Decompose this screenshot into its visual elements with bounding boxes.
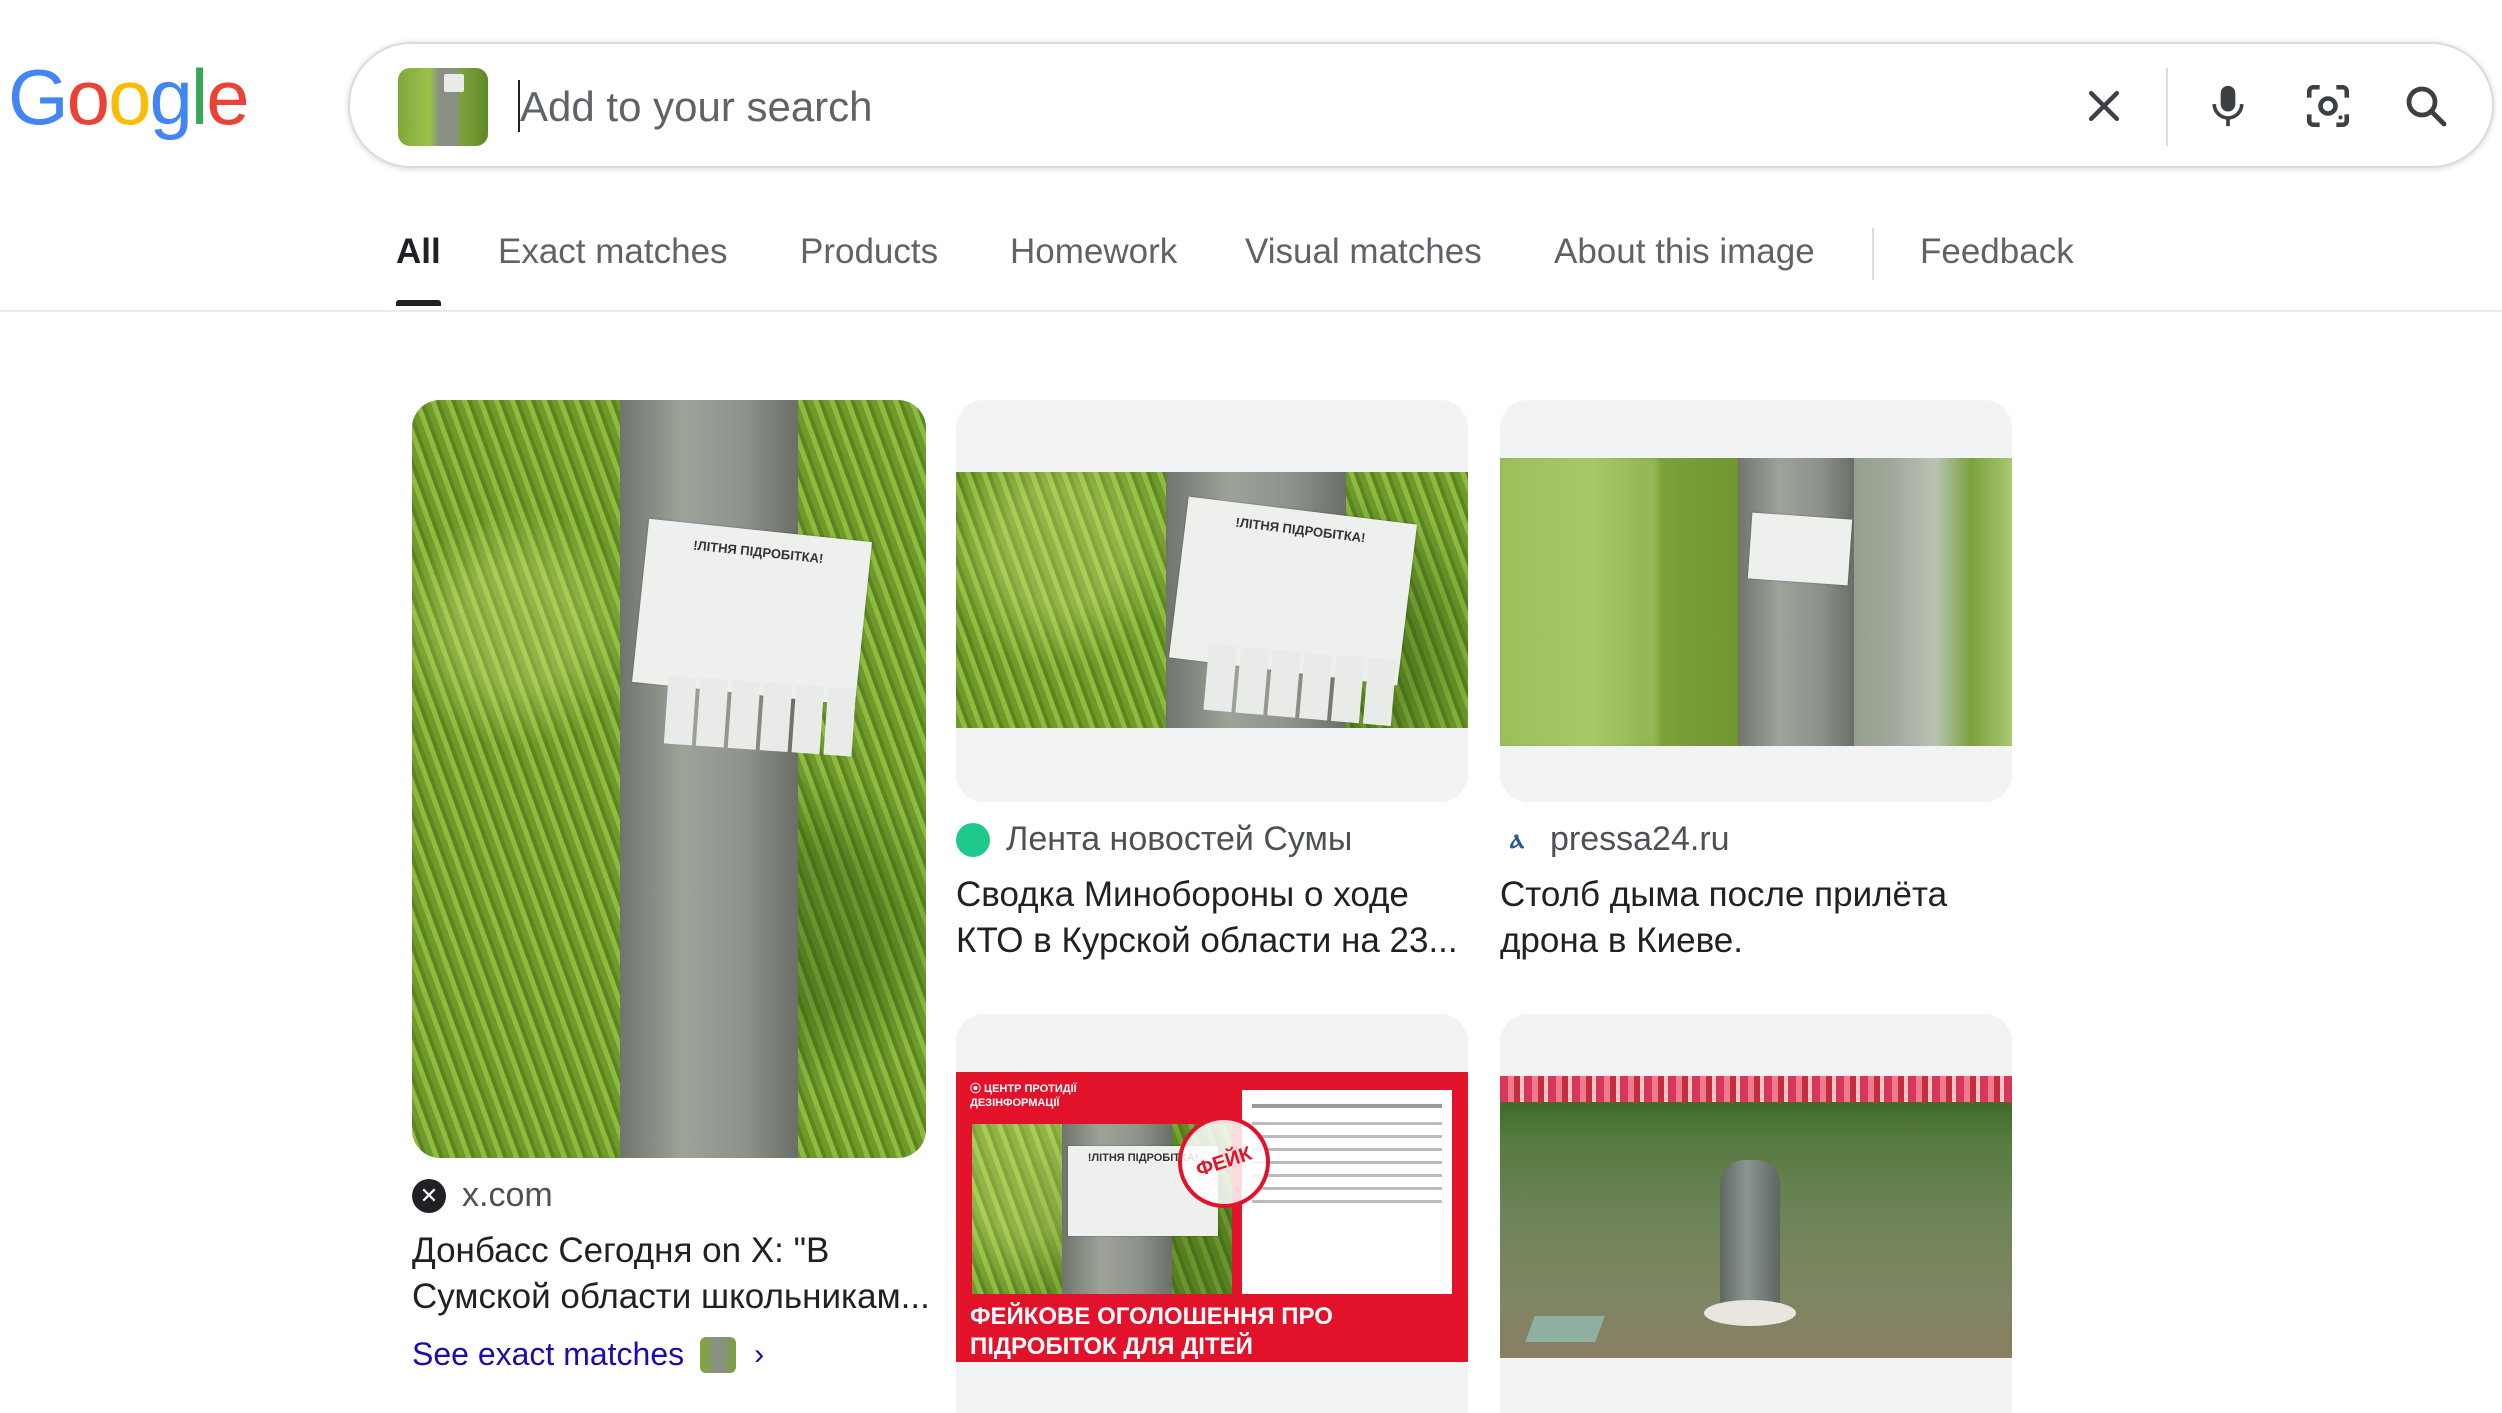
logo-letter: e	[206, 53, 249, 141]
result-source-2[interactable]: Лента новостей Сумы	[956, 820, 1352, 859]
poster-paper	[1747, 512, 1853, 586]
tab-products[interactable]: Products	[800, 232, 938, 302]
tab-about-this-image[interactable]: About this image	[1554, 232, 1815, 302]
result-title-3[interactable]: Столб дыма после прилёта дрона в Киеве.	[1500, 872, 2020, 964]
tab-all[interactable]: All	[396, 232, 441, 306]
result-image-2[interactable]: !ЛІТНЯ ПІДРОБІТКА!	[956, 400, 1468, 802]
logo-letter: G	[8, 53, 69, 141]
chevron-right-icon: ›	[754, 1337, 765, 1371]
tab-exact-matches[interactable]: Exact matches	[498, 232, 728, 302]
fake-banner: ФЕЙКОВЕ ОГОЛОШЕННЯ ПРО ПІДРОБІТОК ДЛЯ ДІ…	[956, 1294, 1468, 1362]
camera-lens-icon[interactable]	[2296, 74, 2360, 138]
tab-divider	[1872, 228, 1874, 280]
google-logo[interactable]: Google	[8, 58, 250, 136]
exact-match-thumbnail	[700, 1336, 737, 1373]
logo-letter: l	[190, 53, 208, 141]
text-caret	[518, 80, 520, 132]
tab-visual-matches[interactable]: Visual matches	[1245, 232, 1482, 302]
result-source-3[interactable]: ⲁ pressa24.ru	[1500, 820, 1730, 859]
search-image-thumbnail[interactable]	[398, 68, 488, 146]
result-image-3[interactable]	[1500, 400, 2012, 802]
search-icon[interactable]	[2394, 74, 2458, 138]
pole-post	[1720, 1160, 1780, 1310]
center-logo: ⦿ ЦЕНТР ПРОТИДІЇ ДЕЗІНФОРМАЦІЇ	[970, 1083, 1077, 1109]
lenta-favicon-icon	[956, 822, 990, 857]
search-box	[348, 42, 2494, 168]
see-exact-matches-link[interactable]: See exact matches ›	[412, 1336, 764, 1373]
result-title-2[interactable]: Сводка Минобороны о ходе КТО в Курской о…	[956, 872, 1476, 964]
search-divider	[2166, 68, 2168, 146]
x-favicon-icon: ✕	[412, 1178, 446, 1213]
result-image-5[interactable]	[1500, 1014, 2012, 1413]
close-icon[interactable]	[2072, 74, 2136, 138]
result-title-1[interactable]: Донбасс Сегодня on X: "В Сумской области…	[412, 1228, 932, 1320]
search-input[interactable]	[518, 74, 1922, 140]
tab-homework[interactable]: Homework	[1010, 232, 1177, 302]
logo-letter: g	[149, 53, 192, 141]
result-source-1[interactable]: ✕ x.com	[412, 1176, 553, 1215]
search-tabs: All Exact matches Products Homework Visu…	[0, 220, 2502, 312]
logo-letter: o	[66, 53, 110, 141]
pressa24-favicon-icon: ⲁ	[1510, 823, 1524, 854]
microphone-icon[interactable]	[2196, 74, 2260, 138]
logo-letter: o	[108, 53, 151, 141]
result-image-4[interactable]: ⦿ ЦЕНТР ПРОТИДІЇ ДЕЗІНФОРМАЦІЇ !ЛІТНЯ ПІД…	[956, 1014, 1468, 1413]
article-text-panel	[1242, 1090, 1452, 1294]
result-image-1[interactable]: !ЛІТНЯ ПІДРОБІТКА!	[412, 400, 926, 1158]
tab-feedback[interactable]: Feedback	[1920, 232, 2074, 302]
